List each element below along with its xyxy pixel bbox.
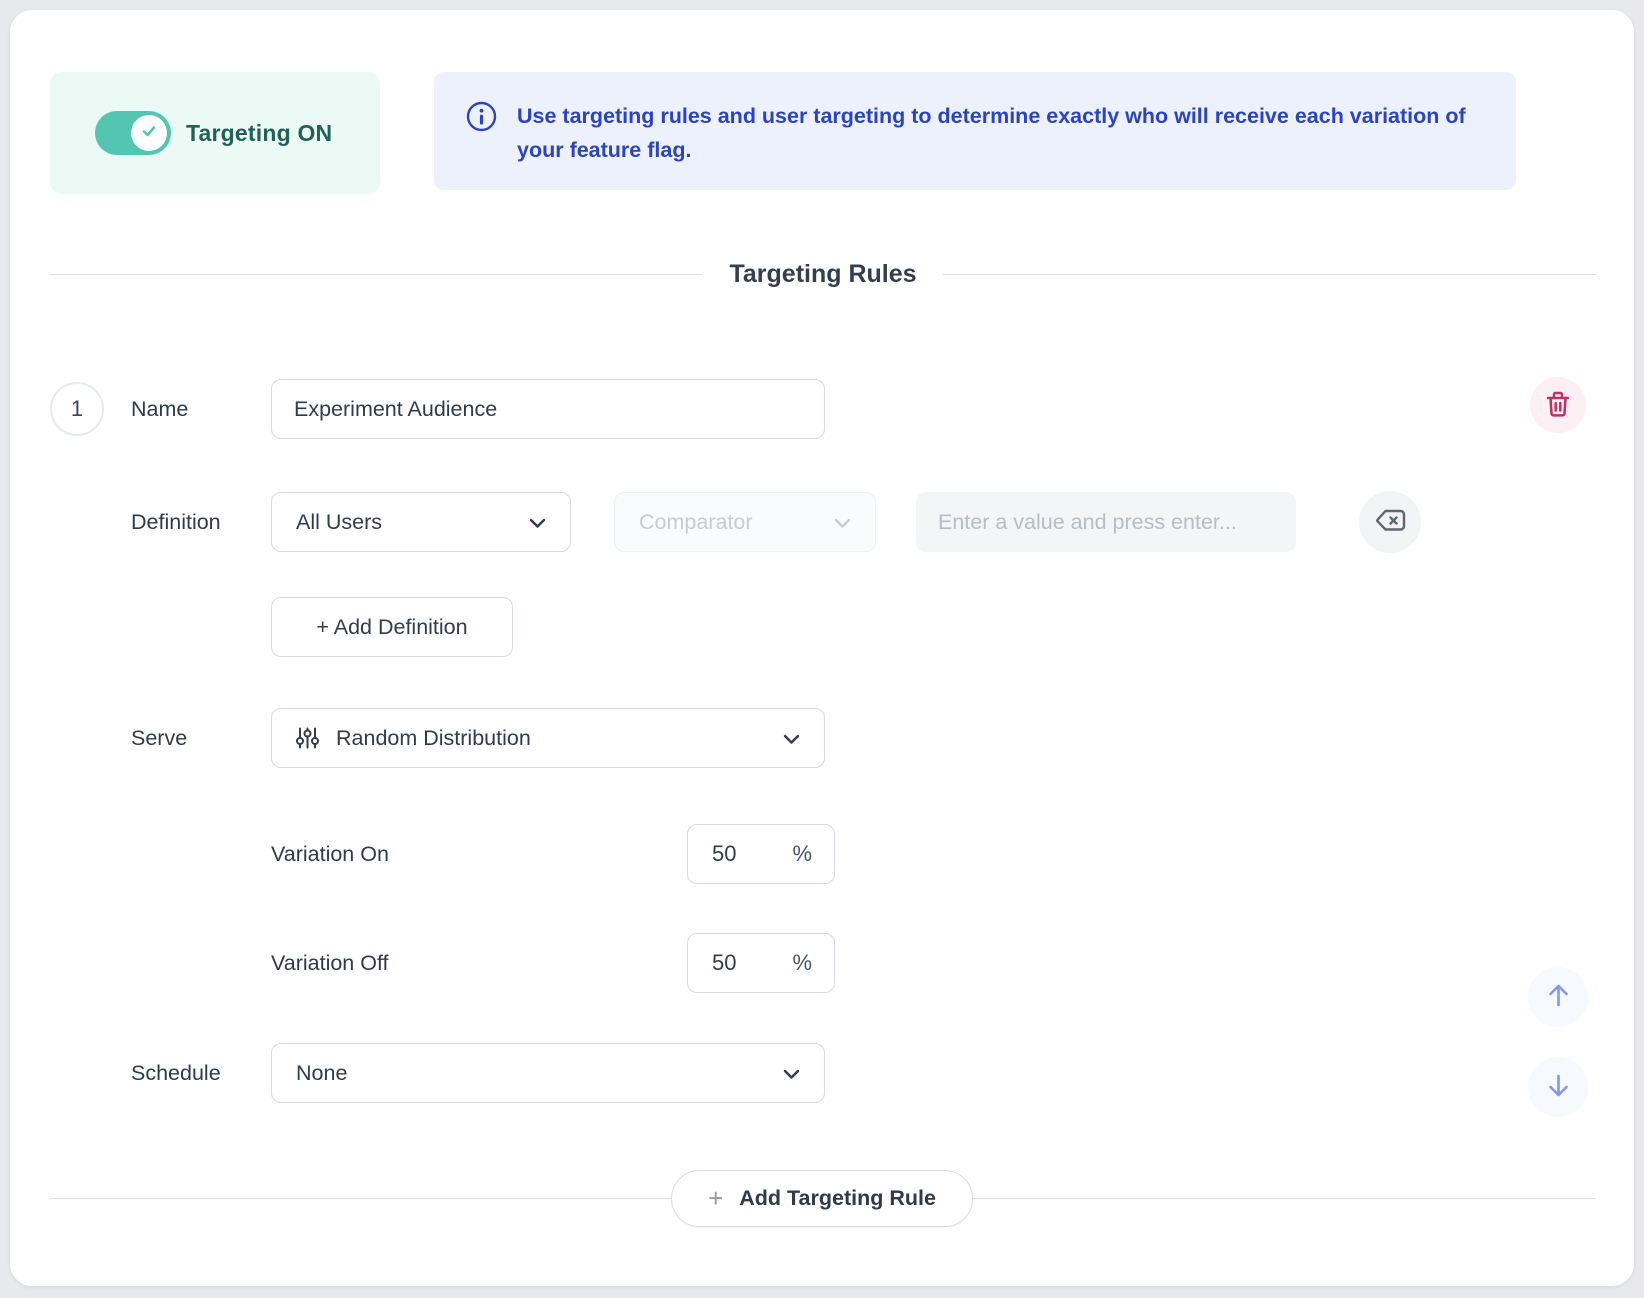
audience-select[interactable]: All Users bbox=[271, 492, 571, 552]
divider-right bbox=[943, 274, 1596, 275]
chevron-down-icon bbox=[834, 510, 851, 535]
divider-left bbox=[50, 274, 703, 275]
variation-on-label: Variation On bbox=[271, 824, 389, 884]
targeting-toggle-label: Targeting ON bbox=[186, 72, 332, 194]
sliders-icon bbox=[296, 726, 319, 750]
chevron-down-icon bbox=[783, 1061, 800, 1086]
schedule-select[interactable]: None bbox=[271, 1043, 825, 1103]
schedule-select-value: None bbox=[296, 1061, 783, 1086]
chevron-down-icon bbox=[783, 726, 800, 751]
variation-on-input[interactable] bbox=[710, 840, 768, 868]
comparator-placeholder: Comparator bbox=[639, 510, 834, 535]
variation-off-input[interactable] bbox=[710, 949, 768, 977]
clear-value-button[interactable] bbox=[1359, 491, 1421, 553]
move-rule-down-button[interactable] bbox=[1528, 1057, 1588, 1117]
add-definition-button[interactable]: + Add Definition bbox=[271, 597, 513, 657]
rule-name-input[interactable] bbox=[271, 379, 825, 439]
arrow-down-icon bbox=[1545, 1072, 1572, 1102]
variation-on-field: % bbox=[687, 824, 835, 884]
percent-sign: % bbox=[792, 950, 812, 976]
comparator-select[interactable]: Comparator bbox=[614, 492, 876, 552]
targeting-toggle[interactable] bbox=[95, 111, 171, 155]
schedule-label: Schedule bbox=[131, 1043, 221, 1103]
chevron-down-icon bbox=[529, 510, 546, 535]
backspace-icon bbox=[1374, 508, 1407, 536]
serve-label: Serve bbox=[131, 708, 187, 768]
trash-icon bbox=[1545, 390, 1571, 421]
info-banner-text: Use targeting rules and user targeting t… bbox=[517, 99, 1470, 167]
add-targeting-rule-button[interactable]: + Add Targeting Rule bbox=[671, 1170, 973, 1227]
section-heading-row: Targeting Rules bbox=[50, 257, 1596, 291]
arrow-up-icon bbox=[1545, 982, 1572, 1012]
check-icon bbox=[139, 121, 159, 146]
info-circle-icon bbox=[466, 101, 497, 137]
move-rule-up-button[interactable] bbox=[1528, 967, 1588, 1027]
definition-label: Definition bbox=[131, 492, 221, 552]
add-targeting-rule-label: Add Targeting Rule bbox=[739, 1186, 936, 1211]
info-banner: Use targeting rules and user targeting t… bbox=[434, 72, 1516, 190]
name-label: Name bbox=[131, 379, 188, 439]
targeting-panel: Targeting ON Use targeting rules and use… bbox=[10, 10, 1634, 1286]
targeting-status-card: Targeting ON bbox=[50, 72, 380, 194]
toggle-knob bbox=[131, 115, 167, 151]
definition-value-input[interactable] bbox=[916, 492, 1296, 552]
variation-off-label: Variation Off bbox=[271, 933, 389, 993]
delete-rule-button[interactable] bbox=[1530, 377, 1586, 433]
serve-select-value: Random Distribution bbox=[336, 726, 783, 751]
plus-icon: + bbox=[708, 1185, 723, 1211]
audience-select-value: All Users bbox=[296, 510, 529, 535]
variation-off-field: % bbox=[687, 933, 835, 993]
section-title: Targeting Rules bbox=[729, 260, 916, 289]
percent-sign: % bbox=[792, 841, 812, 867]
rule-number-badge: 1 bbox=[50, 382, 104, 436]
serve-select[interactable]: Random Distribution bbox=[271, 708, 825, 768]
